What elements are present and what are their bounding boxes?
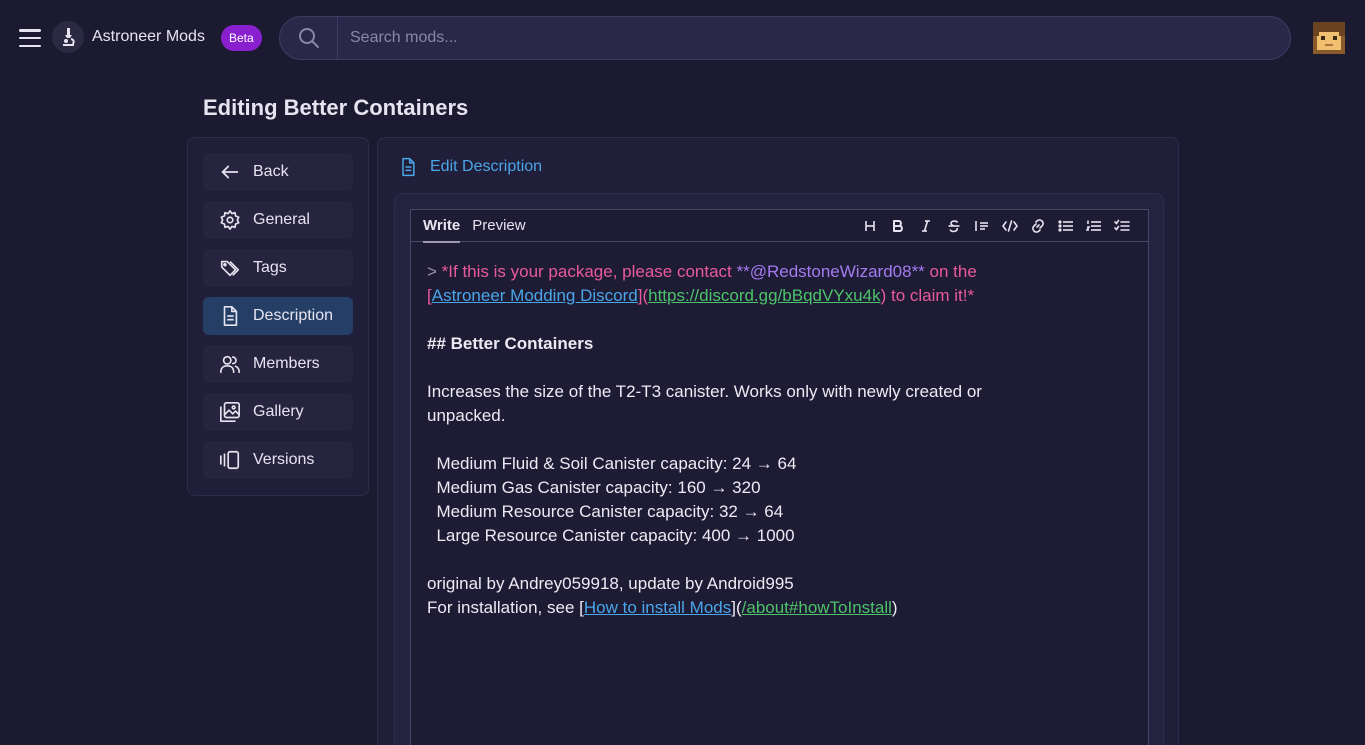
- panel-heading: Edit Description: [398, 156, 542, 178]
- sidebar-item-label: Description: [253, 307, 334, 324]
- sidebar-item-description[interactable]: Description: [203, 297, 353, 335]
- sidebar-item-label: Back: [253, 163, 289, 180]
- editor-line: unpacked.: [427, 406, 506, 425]
- editor-line: [Astroneer Modding Discord](https://disc…: [427, 286, 975, 305]
- sidebar-item-label: General: [253, 211, 310, 228]
- sidebar-item-versions[interactable]: Versions: [203, 441, 353, 479]
- editor-line: For installation, see [How to install Mo…: [427, 598, 898, 617]
- editor-container: Write Preview > *If this is your package…: [394, 193, 1164, 745]
- editor-line: Increases the size of the T2-T3 canister…: [427, 382, 982, 401]
- list-item: Medium Gas Canister capacity: 160 → 320: [427, 478, 761, 497]
- sidebar-item-label: Versions: [253, 451, 315, 468]
- heading-icon: [865, 221, 875, 231]
- bullet-list-icon: [1058, 220, 1073, 232]
- tab-write[interactable]: Write: [417, 210, 466, 243]
- panel-heading-text: Edit Description: [430, 158, 543, 175]
- bullet-list-button[interactable]: [1052, 212, 1080, 240]
- discord-url: https://discord.gg/bBqdVYxu4k: [648, 286, 881, 305]
- task-list-icon: [1114, 219, 1130, 231]
- sidebar-item-members[interactable]: Members: [203, 345, 353, 383]
- page-title: Editing Better Containers: [203, 95, 469, 120]
- document-icon: [402, 157, 415, 177]
- task-list-button[interactable]: [1108, 212, 1136, 240]
- heading-button[interactable]: [856, 212, 884, 240]
- editor-heading: ## Better Containers: [427, 334, 594, 353]
- search-bar: [279, 16, 1291, 60]
- bold-icon: [893, 220, 903, 232]
- numbered-list-button[interactable]: [1080, 212, 1108, 240]
- avatar[interactable]: [1309, 18, 1349, 58]
- edit-description-panel: Edit Description Write Preview > *If thi…: [377, 137, 1179, 745]
- search-icon[interactable]: [280, 17, 338, 59]
- list-item: Medium Resource Canister capacity: 32 → …: [427, 502, 784, 521]
- hamburger-menu-icon[interactable]: [18, 26, 42, 50]
- sidebar-item-label: Gallery: [253, 403, 304, 420]
- install-url: /about#howToInstall: [741, 598, 892, 617]
- app-title[interactable]: Astroneer Mods: [92, 28, 205, 46]
- sidebar-item-back[interactable]: Back: [203, 153, 353, 191]
- search-input[interactable]: [338, 17, 1290, 59]
- link-button[interactable]: [1024, 212, 1052, 240]
- versions-icon: [220, 450, 240, 470]
- sidebar-nav: Back General Tags Description Members Ga…: [187, 137, 369, 496]
- italic-icon: [922, 220, 930, 232]
- discord-link-text: Astroneer Modding Discord: [431, 286, 638, 305]
- users-icon: [220, 355, 240, 374]
- editor-line: > *If this is your package, please conta…: [427, 262, 977, 281]
- strikethrough-icon: [948, 220, 960, 233]
- markdown-textarea[interactable]: > *If this is your package, please conta…: [411, 242, 1148, 638]
- strikethrough-button[interactable]: [940, 212, 968, 240]
- logo-icon[interactable]: [52, 21, 84, 53]
- sidebar-item-label: Tags: [253, 259, 287, 276]
- code-icon: [1002, 220, 1018, 232]
- format-tools: [856, 210, 1136, 242]
- bold-button[interactable]: [884, 212, 912, 240]
- code-button[interactable]: [996, 212, 1024, 240]
- markdown-editor: Write Preview > *If this is your package…: [410, 209, 1149, 745]
- list-item: Medium Fluid & Soil Canister capacity: 2…: [427, 454, 797, 473]
- arrow-left-icon: [221, 165, 239, 179]
- list-item: Large Resource Canister capacity: 400 → …: [427, 526, 795, 545]
- sidebar-item-label: Members: [253, 355, 320, 372]
- gear-icon: [220, 210, 240, 230]
- document-icon: [223, 306, 238, 326]
- tags-icon: [220, 260, 240, 277]
- editor-toolbar: Write Preview: [411, 210, 1148, 243]
- sidebar-item-tags[interactable]: Tags: [203, 249, 353, 287]
- quote-icon: [975, 221, 988, 231]
- quote-button[interactable]: [968, 212, 996, 240]
- gallery-icon: [220, 402, 240, 422]
- italic-button[interactable]: [912, 212, 940, 240]
- install-link-text: How to install Mods: [583, 598, 732, 617]
- top-bar: Astroneer Mods Beta: [0, 0, 1365, 76]
- sidebar-item-general[interactable]: General: [203, 201, 353, 239]
- beta-badge: Beta: [221, 25, 262, 51]
- editor-line: original by Andrey059918, update by Andr…: [427, 574, 794, 593]
- link-icon: [1032, 219, 1044, 233]
- sidebar-item-gallery[interactable]: Gallery: [203, 393, 353, 431]
- numbered-list-icon: [1086, 220, 1101, 231]
- tab-preview[interactable]: Preview: [466, 210, 531, 242]
